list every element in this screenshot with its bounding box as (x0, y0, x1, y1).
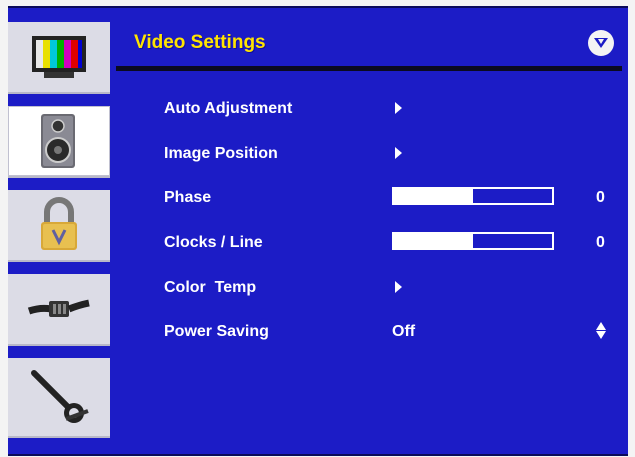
menu-item-label: Power Saving (164, 323, 269, 340)
submenu-arrow-icon (395, 281, 402, 293)
menu-item-power-saving[interactable]: Power Saving Off (110, 317, 628, 347)
slider-fill (394, 234, 473, 248)
slider-value: 0 (596, 189, 605, 206)
menu-item-label: Clocks / Line (164, 234, 263, 251)
speaker-icon (41, 114, 75, 168)
main-panel: Video Settings Auto Adjustment Image Pos… (110, 8, 628, 454)
tv-test-pattern-icon (32, 36, 86, 78)
header-divider (116, 66, 622, 71)
sidebar (8, 8, 110, 454)
sidebar-item-parental-lock[interactable] (8, 190, 110, 262)
up-down-arrows-icon[interactable] (596, 322, 606, 340)
sidebar-item-connection[interactable] (8, 274, 110, 346)
cable-connector-icon (27, 299, 90, 317)
padlock-icon (41, 197, 77, 250)
submenu-arrow-icon (395, 102, 402, 114)
menu-item-label: Color Temp (164, 279, 257, 296)
v-chevron-logo-icon (588, 30, 614, 56)
menu-item-phase[interactable]: Phase 0 (110, 183, 628, 213)
menu-item-color-temp[interactable]: Color Temp (110, 273, 628, 303)
sidebar-item-audio[interactable] (8, 106, 110, 178)
page-title: Video Settings (134, 32, 266, 53)
osd-window: Video Settings Auto Adjustment Image Pos… (8, 6, 628, 456)
menu-item-label: Image Position (164, 145, 278, 162)
sidebar-item-picture[interactable] (8, 22, 110, 94)
power-saving-value: Off (392, 323, 416, 340)
menu-item-label: Phase (164, 189, 212, 206)
sidebar-item-setup[interactable] (8, 358, 110, 438)
menu-item-image-position[interactable]: Image Position (110, 139, 628, 169)
slider-value: 0 (596, 234, 605, 251)
clocks-line-slider[interactable] (392, 232, 554, 250)
submenu-arrow-icon (395, 147, 402, 159)
phase-slider[interactable] (392, 187, 554, 205)
menu-item-auto-adjustment[interactable]: Auto Adjustment (110, 94, 628, 124)
slider-fill (394, 189, 473, 203)
menu-item-label: Auto Adjustment (164, 100, 293, 117)
wrench-icon (31, 370, 89, 423)
menu-item-clocks-line[interactable]: Clocks / Line 0 (110, 228, 628, 258)
header: Video Settings (110, 8, 628, 71)
